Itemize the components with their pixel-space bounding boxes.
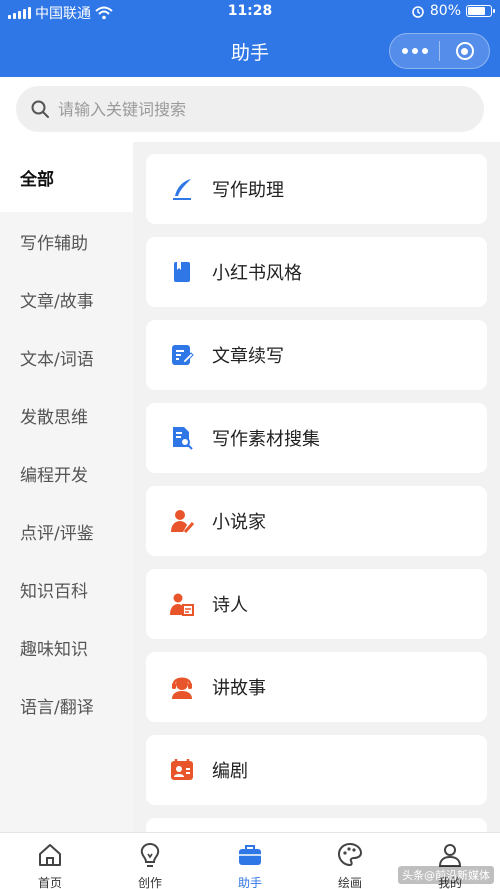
assistant-card[interactable]: 文章续写 <box>146 320 487 390</box>
assistant-card-label: 讲故事 <box>212 678 266 699</box>
category-sidebar: 全部 写作辅助 文章/故事 文本/词语 发散思维 编程开发 点评/评鉴 知识百科 趣味知识 语言/… <box>0 142 133 832</box>
palette-icon <box>336 841 364 874</box>
more-icon[interactable] <box>390 48 439 54</box>
assistant-card[interactable]: 诗人 <box>146 569 487 639</box>
close-miniprogram-icon[interactable] <box>440 42 489 60</box>
assistant-card-label: 诗人 <box>212 595 248 616</box>
watermark: 头条@前沿新媒体 <box>398 866 494 884</box>
tab-briefcase[interactable]: 助手 <box>200 833 300 889</box>
tab-label: 首页 <box>37 876 62 889</box>
assistant-card[interactable]: 写作助理 <box>146 154 487 224</box>
assistant-card[interactable]: 小红书风格 <box>146 237 487 307</box>
search-input[interactable] <box>58 99 458 119</box>
sidebar-item[interactable]: 趣味知识 <box>0 618 133 676</box>
tab-label: 助手 <box>237 876 262 889</box>
headset-person-icon <box>168 673 196 701</box>
edit-doc-icon <box>168 341 196 369</box>
tab-palette[interactable]: 绘画 <box>300 833 400 889</box>
assistant-list: 写作助理小红书风格文章续写写作素材搜集 小说家诗人讲故事编剧 <box>133 142 500 832</box>
sidebar-item[interactable]: 全部 <box>0 142 133 212</box>
tab-label: 创作 <box>137 876 162 889</box>
briefcase-icon <box>236 841 264 874</box>
assistant-card-label: 编剧 <box>212 761 248 782</box>
book-icon <box>168 258 196 286</box>
home-icon <box>36 841 64 874</box>
quill-icon <box>168 175 196 203</box>
poet-person-icon <box>168 590 196 618</box>
header: 中国联通 11:28 80% 助手 <box>0 0 500 77</box>
status-bar: 中国联通 11:28 80% <box>0 0 500 24</box>
sidebar-item[interactable]: 点评/评鉴 <box>0 502 133 560</box>
doc-search-icon <box>168 424 196 452</box>
assistant-card[interactable]: 编剧 <box>146 735 487 805</box>
miniprogram-capsule <box>389 33 490 69</box>
sidebar-item[interactable]: 写作辅助 <box>0 212 133 270</box>
assistant-card[interactable]: 写作素材搜集 <box>146 403 487 473</box>
tab-bulb[interactable]: 创作 <box>100 833 200 889</box>
assistant-card-label: 写作素材搜集 <box>212 429 320 450</box>
sidebar-item[interactable]: 编程开发 <box>0 444 133 502</box>
search-area <box>0 77 500 142</box>
assistant-card-label: 文章续写 <box>212 346 284 367</box>
alarm-icon <box>412 6 424 18</box>
battery-icon <box>466 5 495 17</box>
writer-person-icon <box>168 507 196 535</box>
assistant-card[interactable]: 小说家 <box>146 486 487 556</box>
sidebar-item[interactable]: 语言/翻译 <box>0 676 133 734</box>
tab-home[interactable]: 首页 <box>0 833 100 889</box>
sidebar-item[interactable]: 发散思维 <box>0 386 133 444</box>
search-box[interactable] <box>16 86 484 132</box>
sidebar-item[interactable]: 文章/故事 <box>0 270 133 328</box>
assistant-card-label: 小红书风格 <box>212 263 302 284</box>
assistant-card-label: 小说家 <box>212 512 266 533</box>
assistant-card[interactable]: 讲故事 <box>146 652 487 722</box>
sidebar-item[interactable]: 文本/词语 <box>0 328 133 386</box>
script-icon <box>168 756 196 784</box>
sidebar-item[interactable]: 知识百科 <box>0 560 133 618</box>
tab-label: 绘画 <box>337 876 362 889</box>
battery-percent: 80% <box>429 3 461 19</box>
assistant-card-label: 写作助理 <box>212 180 284 201</box>
bulb-icon <box>136 841 164 874</box>
assistant-card-partial[interactable] <box>146 818 487 832</box>
search-icon <box>31 100 49 118</box>
